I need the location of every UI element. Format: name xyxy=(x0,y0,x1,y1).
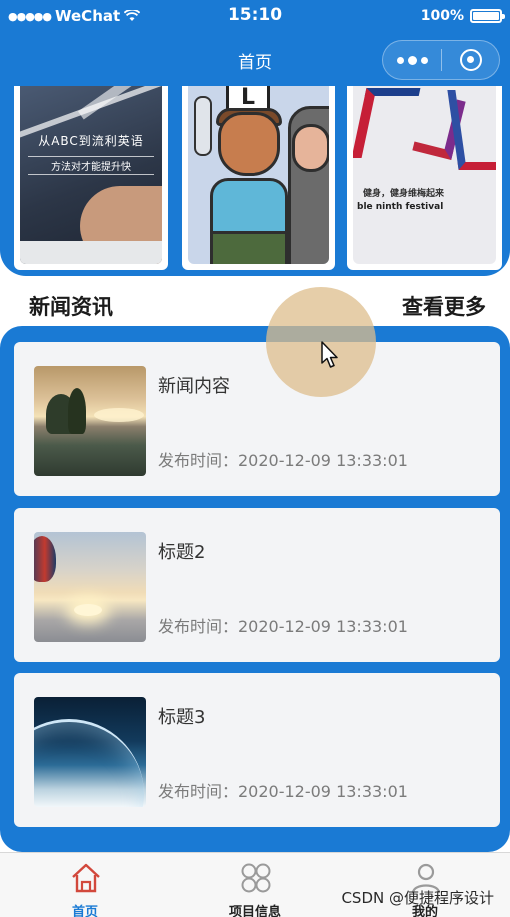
mini-program-capsule xyxy=(382,40,500,80)
banner-slide-subline: 方法对才能提升快 xyxy=(28,156,154,175)
status-bar: ●●●●● WeChat 15:10 100% xyxy=(0,0,510,34)
tab-label: 首页 xyxy=(71,905,98,917)
battery-percent: 100% xyxy=(420,8,464,24)
home-icon xyxy=(72,863,100,893)
tab-project-info[interactable]: 项目信息 xyxy=(170,853,340,917)
news-card[interactable]: 标题2 发布时间：2020-12-09 13:33:01 xyxy=(14,508,500,662)
battery-icon xyxy=(470,9,505,23)
grid-icon xyxy=(241,863,271,893)
more-menu-button[interactable] xyxy=(383,41,441,79)
news-title: 标题3 xyxy=(158,707,206,728)
banner-slide-headline: 从ABC到流利英语 xyxy=(38,134,144,148)
news-publish-time: 发布时间：2020-12-09 13:33:01 xyxy=(158,782,408,801)
banner-slide-festival[interactable]: 健身，健身维梅起来 ble ninth festival xyxy=(347,86,502,270)
watermark-text: CSDN @便捷程序设计 xyxy=(341,889,494,907)
banner-carousel[interactable]: 从ABC到流利英语 方法对才能提升快 健身，健身维梅起来 ble ninth f… xyxy=(0,86,510,276)
news-title: 标题2 xyxy=(158,542,206,563)
more-dots-icon xyxy=(396,56,404,64)
news-card[interactable]: 新闻内容 发布时间：2020-12-09 13:33:01 xyxy=(14,342,500,496)
news-list: 新闻内容 发布时间：2020-12-09 13:33:01 标题2 发布时间：2… xyxy=(0,326,510,852)
view-more-link[interactable]: 查看更多 xyxy=(402,291,486,321)
news-publish-time: 发布时间：2020-12-09 13:33:01 xyxy=(158,617,408,636)
nav-bar: 首页 xyxy=(0,34,510,86)
target-icon xyxy=(459,49,482,71)
banner-slide-caption: 健身，健身维梅起来 xyxy=(363,189,445,199)
close-mini-program-button[interactable] xyxy=(442,41,499,79)
banner-slide-cartoon[interactable] xyxy=(182,86,335,270)
banner-slide-caption-en: ble ninth festival xyxy=(357,202,444,212)
news-section-title: 新闻资讯 xyxy=(29,295,113,319)
battery-info: 100% xyxy=(420,8,505,24)
news-thumbnail xyxy=(34,532,146,642)
news-thumbnail xyxy=(34,697,146,807)
banner-slide-english[interactable]: 从ABC到流利英语 方法对才能提升快 xyxy=(14,86,168,270)
news-publish-time: 发布时间：2020-12-09 13:33:01 xyxy=(158,451,408,470)
tab-home[interactable]: 首页 xyxy=(0,853,170,917)
news-title: 新闻内容 xyxy=(158,376,230,397)
news-thumbnail xyxy=(34,366,146,476)
tab-label: 项目信息 xyxy=(228,905,281,917)
news-card[interactable]: 标题3 发布时间：2020-12-09 13:33:01 xyxy=(14,673,500,827)
news-section-header: 新闻资讯 查看更多 xyxy=(0,282,510,326)
